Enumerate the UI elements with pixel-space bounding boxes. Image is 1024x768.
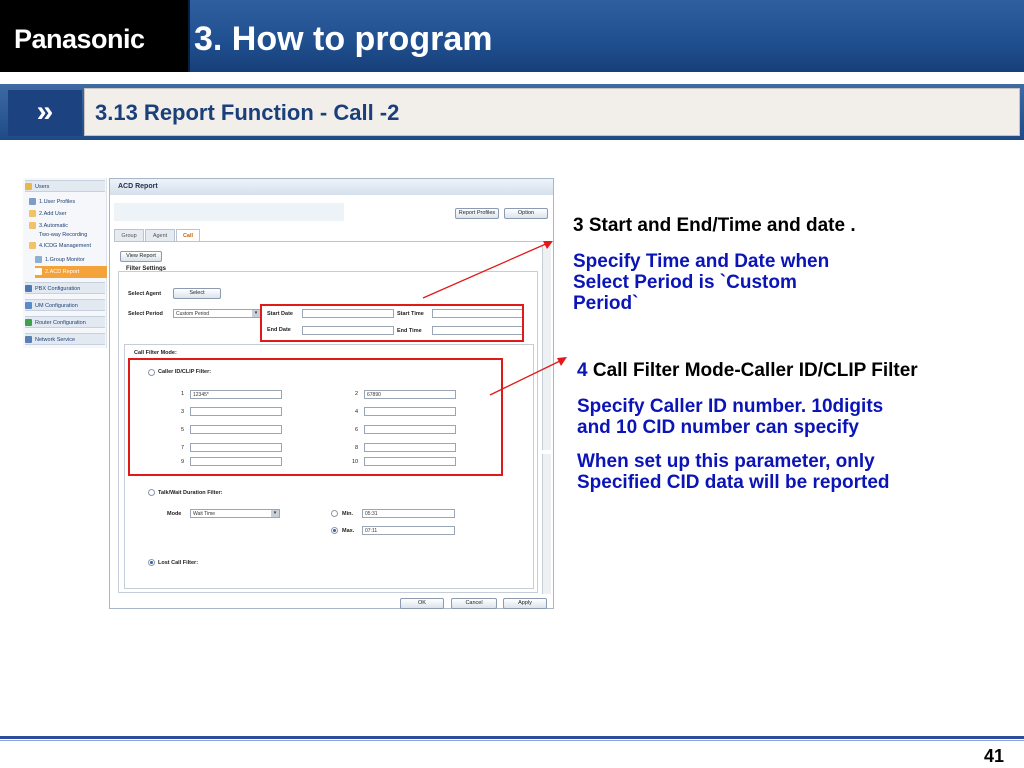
sidebar-item-icdg[interactable]: 4.ICDG Management xyxy=(29,240,91,252)
note-4-title: 4 Call Filter Mode-Caller ID/CLIP Filter xyxy=(577,360,918,382)
tab-divider xyxy=(114,241,546,242)
window-title: ACD Report xyxy=(110,179,553,195)
folder-icon xyxy=(29,242,36,250)
cancel-button[interactable]: Cancel xyxy=(451,598,497,609)
arrow-head-4 xyxy=(557,357,567,366)
sidebar-item-group-monitor[interactable]: 1.Group Monitor xyxy=(35,254,85,266)
note-4-line-2: and 10 CID number can specify xyxy=(577,417,859,438)
chevron-down-icon: ▾ xyxy=(271,510,279,517)
monitor-icon xyxy=(35,256,42,264)
note-4-line-1: Specify Caller ID number. 10digits xyxy=(577,396,884,417)
min-radio[interactable] xyxy=(331,510,338,517)
note-4-title-text: Call Filter Mode-Caller ID/CLIP Filter xyxy=(587,360,918,381)
network-icon xyxy=(25,336,32,344)
max-label: Max. xyxy=(342,528,355,534)
note-3-line-3: Period` xyxy=(573,293,639,314)
scrollbar-lower[interactable] xyxy=(542,454,551,594)
panasonic-logo: Panasonic xyxy=(0,0,190,72)
chevron-down-icon: ▾ xyxy=(252,310,260,317)
note-3-title: 3 Start and End/Time and date . xyxy=(573,215,856,236)
sidebar-item-add-user[interactable]: 2.Add User xyxy=(29,208,67,220)
tab-call[interactable]: Call xyxy=(176,229,200,241)
apply-button[interactable]: Apply xyxy=(503,598,547,609)
logo-text: Panasonic xyxy=(14,24,145,54)
slide: Panasonic 3. How to program » 3.13 Repor… xyxy=(0,0,1024,768)
sidebar-item-router[interactable]: Router Configuration xyxy=(25,316,105,328)
caller-id-highlight xyxy=(128,358,503,476)
lost-call-radio[interactable] xyxy=(148,559,155,566)
select-period-label: Select Period xyxy=(128,311,163,317)
start-end-highlight xyxy=(260,304,524,342)
mode-dropdown[interactable]: Wait Time ▾ xyxy=(190,509,280,518)
sidebar-item-pbx[interactable]: PBX Configuration xyxy=(25,282,105,294)
note-3-line-2: Select Period is `Custom xyxy=(573,272,797,293)
blurred-toolbar xyxy=(114,203,344,221)
sidebar-item-user-profiles[interactable]: 1.User Profiles xyxy=(29,196,75,208)
mail-icon xyxy=(25,302,32,310)
select-agent-button[interactable]: Select xyxy=(173,288,221,299)
page-title: 3. How to program xyxy=(194,20,493,58)
min-label: Min. xyxy=(342,511,353,517)
footer-line xyxy=(0,736,1024,739)
call-filter-mode-label: Call Filter Mode: xyxy=(134,350,177,356)
mode-value: Wait Time xyxy=(193,511,216,517)
sidebar-item-network[interactable]: Network Service xyxy=(25,333,105,345)
max-radio[interactable] xyxy=(331,527,338,534)
option-button[interactable]: Option xyxy=(504,208,548,219)
view-report-button[interactable]: View Report xyxy=(120,251,162,262)
select-agent-label: Select Agent xyxy=(128,291,162,297)
section-title: 3.13 Report Function - Call -2 xyxy=(95,100,400,125)
tab-agent[interactable]: Agent xyxy=(145,229,175,241)
page-number: 41 xyxy=(984,746,1005,766)
select-period-value: Custom Period xyxy=(176,311,210,317)
folder-icon xyxy=(29,210,36,218)
ok-button[interactable]: OK xyxy=(400,598,444,609)
double-chevron-icon: » xyxy=(8,90,82,136)
report-profiles-button[interactable]: Report Profiles xyxy=(455,208,499,219)
note-4-number: 4 xyxy=(577,360,588,381)
tab-group[interactable]: Group xyxy=(114,229,144,241)
max-field[interactable]: 07:11 xyxy=(362,526,455,535)
sidebar-item-users[interactable]: Users xyxy=(25,180,105,192)
mode-label: Mode xyxy=(167,511,182,517)
select-period-dropdown[interactable]: Custom Period ▾ xyxy=(173,309,261,318)
talk-wait-radio[interactable] xyxy=(148,489,155,496)
lost-call-filter-label: Lost Call Filter: xyxy=(158,560,199,566)
sidebar: Users 1.User Profiles 2.Add User 3.Autom… xyxy=(23,178,107,348)
sidebar-item-um[interactable]: UM Configuration xyxy=(25,299,105,311)
sidebar-item-acd-report[interactable]: 2.ACD Report xyxy=(35,266,107,278)
pbx-icon xyxy=(25,285,32,293)
user-icon xyxy=(29,198,36,206)
users-icon xyxy=(25,183,32,191)
subtitle-box: 3.13 Report Function - Call -2 xyxy=(84,88,1020,136)
note-3-line-1: Specify Time and Date when xyxy=(573,251,830,272)
folder-icon xyxy=(29,222,36,230)
router-icon xyxy=(25,319,32,327)
scrollbar-upper[interactable] xyxy=(542,245,551,450)
footer-line-thin xyxy=(0,740,1024,741)
note-4-line-4: Specified CID data will be reported xyxy=(577,472,890,493)
note-4-line-3: When set up this parameter, only xyxy=(577,451,875,472)
talk-wait-filter-label: Talk/Wait Duration Filter: xyxy=(158,490,223,496)
min-field[interactable]: 05:31 xyxy=(362,509,455,518)
report-icon xyxy=(35,268,42,276)
